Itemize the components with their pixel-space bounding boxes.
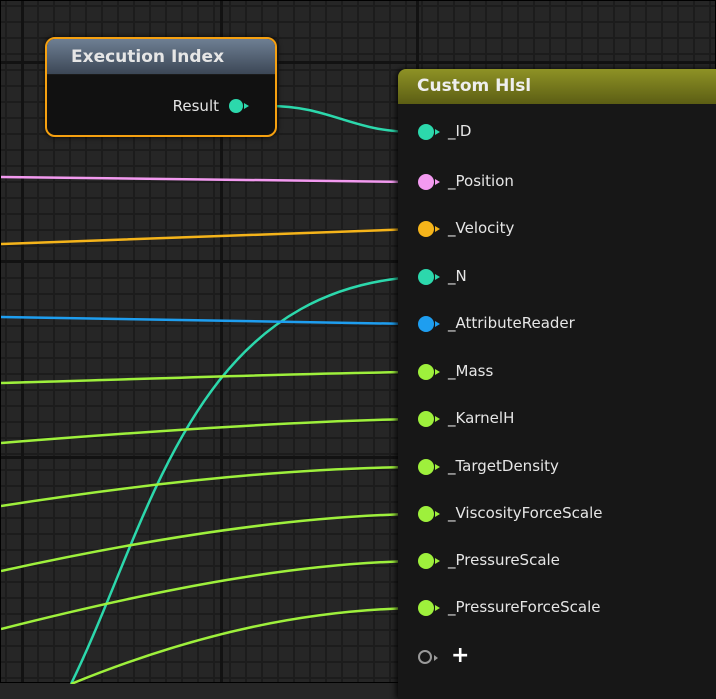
input-pin-label: _ViscosityForceScale xyxy=(448,504,603,522)
wire-karnel-h[interactable] xyxy=(1,417,416,445)
input-pin[interactable] xyxy=(418,600,440,616)
input-pin[interactable] xyxy=(418,411,440,427)
input-pin[interactable] xyxy=(418,124,440,140)
input-pin-label: _Mass xyxy=(448,362,494,380)
wire-pressure-scale[interactable] xyxy=(1,559,416,631)
input-pin-label: _PressureScale xyxy=(448,551,560,569)
node-title: Custom Hlsl xyxy=(398,69,716,104)
input-pin-label: _ID xyxy=(448,122,472,140)
input-pin[interactable] xyxy=(418,553,440,569)
input-pin[interactable] xyxy=(418,506,440,522)
input-pin-label: _KarnelH xyxy=(448,409,515,427)
input-pin-label: _N xyxy=(448,267,467,285)
execution-index-node[interactable]: Execution Index Result xyxy=(45,37,277,137)
input-pin-label: _TargetDensity xyxy=(448,457,559,475)
wire-id[interactable] xyxy=(268,104,416,134)
node-title: Execution Index xyxy=(47,39,275,75)
input-pin[interactable] xyxy=(418,316,440,332)
wire-pressure-force-scale[interactable] xyxy=(70,606,416,684)
wire-n[interactable] xyxy=(69,275,416,684)
plus-icon[interactable]: + xyxy=(451,643,469,668)
wire-target-density[interactable] xyxy=(1,465,416,508)
wire-position[interactable] xyxy=(1,175,416,184)
input-pin-label: _Position xyxy=(448,172,514,190)
input-pin-label: _PressureForceScale xyxy=(448,598,601,616)
node-graph-canvas[interactable]: Execution Index Result Custom Hlsl _ID _… xyxy=(0,0,716,699)
input-pin[interactable] xyxy=(418,174,440,190)
add-pin-icon[interactable] xyxy=(418,650,438,664)
input-pin-label: _Velocity xyxy=(448,219,515,237)
input-pin[interactable] xyxy=(418,221,440,237)
custom-hlsl-node[interactable]: Custom Hlsl _ID _Position _Velocity _N _… xyxy=(398,69,716,699)
wire-attribute-reader[interactable] xyxy=(1,315,416,326)
output-pin[interactable] xyxy=(229,99,249,113)
wire-mass[interactable] xyxy=(1,370,416,385)
output-pin-label: Result xyxy=(172,97,219,115)
input-pin[interactable] xyxy=(418,269,440,285)
input-pin-label: _AttributeReader xyxy=(448,314,575,332)
wire-velocity[interactable] xyxy=(1,227,416,246)
input-pin[interactable] xyxy=(418,459,440,475)
wire-viscosity-force-scale[interactable] xyxy=(1,512,416,573)
input-pin[interactable] xyxy=(418,364,440,380)
